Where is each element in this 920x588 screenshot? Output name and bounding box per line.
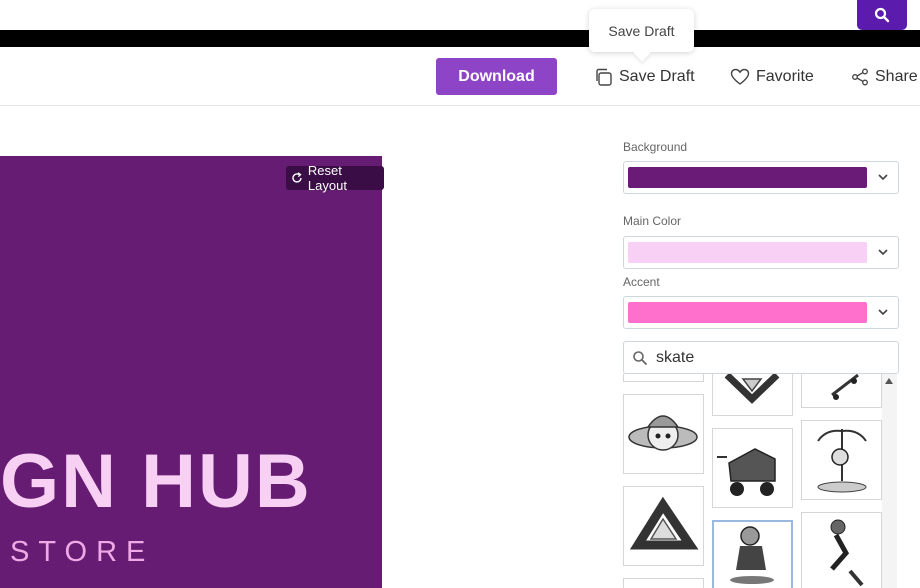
skater-jump-icon (830, 519, 864, 587)
result-thumbnail[interactable] (801, 512, 882, 588)
chevron-down-icon (878, 174, 888, 181)
result-thumbnail[interactable] (623, 486, 704, 566)
favorite-label: Favorite (756, 68, 814, 85)
top-search-button[interactable] (857, 0, 907, 30)
reset-layout-label: Reset Layout (307, 163, 347, 193)
top-search-input[interactable] (0, 0, 848, 30)
download-button[interactable]: Download (436, 58, 557, 95)
search-value: skate (656, 348, 695, 366)
save-draft-button[interactable]: Save Draft (594, 65, 695, 89)
skateboard-icon (831, 374, 859, 400)
background-swatch (628, 167, 867, 188)
accent-color-select[interactable] (623, 296, 899, 329)
background-color-select[interactable] (623, 161, 899, 194)
roller-skate-icon (717, 448, 776, 496)
chevron-down-icon (878, 309, 888, 316)
skater-boy-icon (730, 526, 774, 584)
result-thumbnail[interactable] (801, 420, 882, 500)
surfer-girl-icon (817, 429, 867, 493)
editor-screen: Download Save Draft Favorite Share Save … (0, 0, 920, 588)
heart-icon (730, 68, 750, 85)
result-thumbnail[interactable] (623, 374, 704, 382)
result-thumbnail[interactable] (712, 374, 793, 416)
impossible-triangle-icon (724, 374, 780, 404)
scroll-up-arrow[interactable] (885, 378, 893, 384)
main-color-swatch (628, 242, 867, 263)
logo-title-text[interactable]: GN HUB (0, 438, 312, 525)
header-divider-bar (0, 30, 920, 47)
result-thumbnail[interactable] (712, 428, 793, 508)
result-thumbnail[interactable] (623, 394, 704, 474)
save-draft-label: Save Draft (619, 68, 695, 85)
accent-swatch (628, 302, 867, 323)
refresh-icon (292, 172, 302, 183)
main-color-label: Main Color (623, 214, 682, 228)
share-icon (852, 68, 868, 86)
main-color-select[interactable] (623, 236, 899, 269)
share-label: Share (875, 68, 918, 85)
favorite-button[interactable]: Favorite (730, 65, 814, 89)
save-draft-tooltip: Save Draft (589, 9, 694, 52)
logo-subtitle-text[interactable]: STORE (10, 536, 154, 569)
copy-icon (596, 68, 612, 86)
result-thumbnail[interactable] (623, 578, 704, 588)
chevron-down-icon (878, 249, 888, 256)
share-button[interactable]: Share (851, 65, 918, 89)
search-icon (633, 350, 647, 365)
reset-layout-button[interactable]: Reset Layout (286, 163, 384, 193)
accent-label: Accent (623, 275, 660, 289)
result-thumbnail-selected[interactable] (712, 520, 793, 588)
search-icon (874, 7, 890, 23)
results-scrollbar[interactable] (882, 374, 897, 588)
background-label: Background (623, 140, 688, 154)
skater-girl-icon (628, 415, 698, 451)
result-thumbnail[interactable] (801, 374, 882, 408)
icon-results-grid (623, 374, 899, 588)
editor-toolbar: Download Save Draft Favorite Share (0, 47, 920, 106)
icon-search-input[interactable]: skate (623, 341, 899, 374)
impossible-triangle-icon (629, 496, 699, 550)
